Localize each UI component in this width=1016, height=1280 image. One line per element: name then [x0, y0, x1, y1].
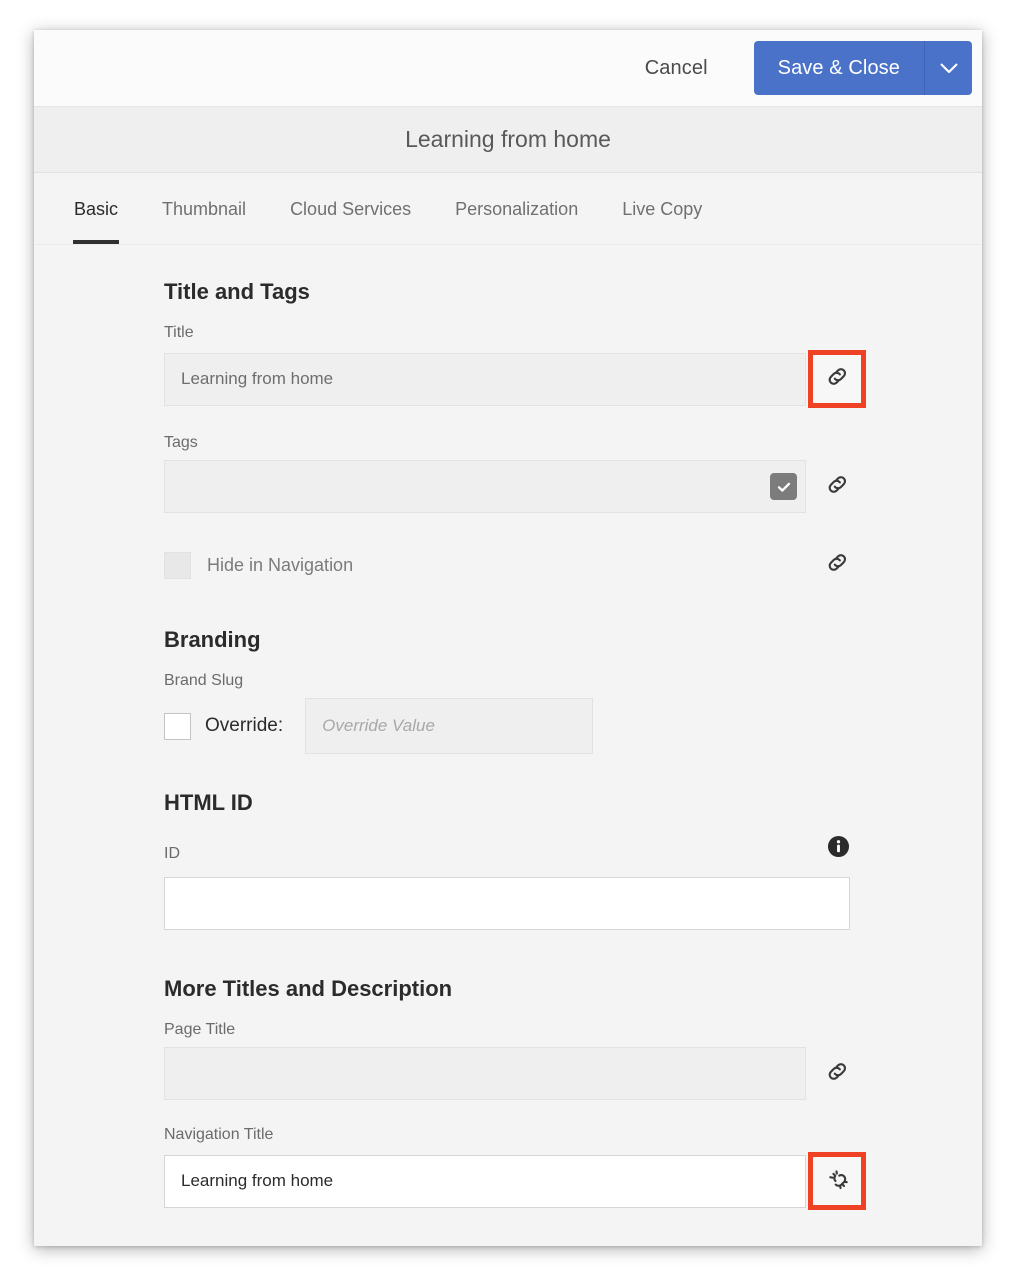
- link-icon[interactable]: [824, 1058, 851, 1090]
- tags-checkbox[interactable]: [770, 473, 797, 500]
- chevron-down-icon: [940, 63, 958, 74]
- title-field-label: Title: [164, 324, 194, 341]
- dialog-title-bar: Learning from home: [34, 107, 982, 173]
- cancel-button[interactable]: Cancel: [627, 47, 726, 90]
- broken-link-icon[interactable]: [824, 1165, 851, 1197]
- tab-thumbnail[interactable]: Thumbnail: [140, 193, 268, 220]
- info-icon[interactable]: [827, 835, 850, 863]
- tags-link-slot: [806, 471, 868, 503]
- hide-in-navigation-link-slot: [806, 549, 868, 581]
- brand-slug-label: Brand Slug: [164, 672, 244, 689]
- brand-slug-override-checkbox[interactable]: [164, 712, 191, 740]
- hide-in-navigation-checkbox[interactable]: [164, 551, 191, 579]
- section-heading-branding: Branding: [164, 627, 261, 652]
- navigation-title-field-row: Learning from home: [164, 1152, 884, 1210]
- html-id-field-row: [164, 877, 884, 930]
- navigation-title-field-label: Navigation Title: [164, 1126, 274, 1143]
- save-button-group: Save & Close: [753, 41, 972, 95]
- page-properties-dialog: Cancel Save & Close Learning from home B…: [34, 30, 982, 1246]
- page-title: Learning from home: [405, 126, 611, 152]
- title-link-highlight: [808, 350, 866, 408]
- tags-input[interactable]: [164, 460, 806, 513]
- save-and-close-button[interactable]: Save & Close: [753, 41, 924, 95]
- section-heading-html-id: HTML ID: [164, 790, 253, 815]
- section-heading-title-and-tags: Title and Tags: [164, 279, 310, 304]
- title-field-row: Learning from home: [164, 350, 884, 408]
- title-input[interactable]: Learning from home: [164, 352, 806, 406]
- page-title-field-label: Page Title: [164, 1021, 236, 1038]
- navigation-title-input[interactable]: Learning from home: [164, 1154, 806, 1208]
- tab-cloud-services[interactable]: Cloud Services: [268, 193, 433, 220]
- tab-basic[interactable]: Basic: [52, 193, 140, 220]
- dialog-toolbar: Cancel Save & Close: [34, 30, 982, 107]
- html-id-label: ID: [164, 845, 180, 862]
- brand-slug-override-input[interactable]: Override Value: [305, 698, 594, 754]
- tab-bar: Basic Thumbnail Cloud Services Personali…: [34, 173, 982, 245]
- section-heading-more-titles: More Titles and Description: [164, 976, 453, 1001]
- dialog-body: Title and Tags Title Learning from home: [34, 245, 982, 1246]
- brand-slug-row: Override: Override Value: [164, 698, 884, 754]
- hide-in-navigation-row: Hide in Navigation: [164, 549, 884, 581]
- save-dropdown-button[interactable]: [924, 41, 972, 95]
- hide-in-navigation-label: Hide in Navigation: [207, 554, 354, 575]
- link-icon[interactable]: [824, 471, 851, 503]
- tags-field-label: Tags: [164, 434, 198, 451]
- tab-personalization[interactable]: Personalization: [433, 193, 600, 220]
- html-id-input[interactable]: [164, 877, 850, 930]
- navigation-title-link-slot: [806, 1152, 868, 1210]
- html-id-label-row: ID: [164, 835, 850, 863]
- page-title-input[interactable]: [164, 1047, 806, 1100]
- tags-field-row: [164, 460, 884, 513]
- navigation-title-link-highlight: [808, 1152, 866, 1210]
- link-icon[interactable]: [824, 549, 851, 581]
- link-icon[interactable]: [824, 363, 851, 395]
- screenshot-root: Cancel Save & Close Learning from home B…: [0, 0, 1016, 1280]
- title-link-slot: [806, 350, 868, 408]
- tab-live-copy[interactable]: Live Copy: [600, 193, 724, 220]
- hide-in-navigation-control[interactable]: Hide in Navigation: [164, 551, 806, 579]
- brand-slug-override-label: Override:: [205, 715, 284, 736]
- page-title-link-slot: [806, 1058, 868, 1090]
- page-title-field-row: [164, 1047, 884, 1100]
- basic-tab-form: Title and Tags Title Learning from home: [164, 279, 884, 1210]
